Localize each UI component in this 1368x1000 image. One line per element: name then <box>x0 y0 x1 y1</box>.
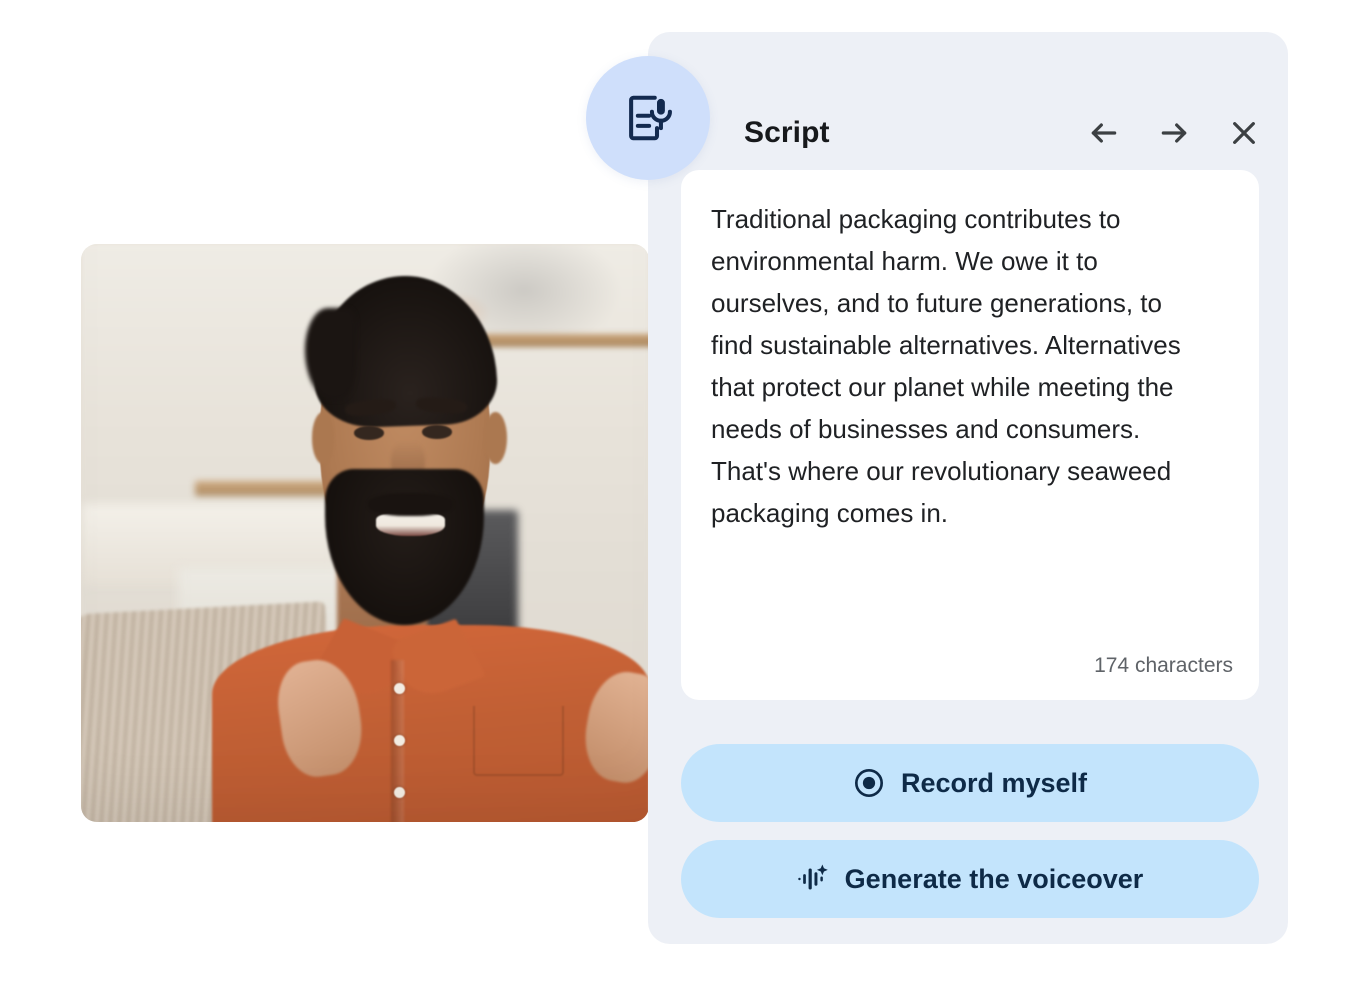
record-myself-button[interactable]: Record myself <box>681 744 1259 822</box>
app-canvas: Script Traditional packaging contributes… <box>0 0 1368 1000</box>
video-preview[interactable] <box>81 244 649 822</box>
record-myself-label: Record myself <box>900 767 1088 798</box>
close-button[interactable] <box>1226 116 1262 152</box>
arrow-left-icon <box>1088 117 1120 152</box>
script-panel: Script Traditional packaging contributes… <box>586 32 1288 944</box>
panel-actions: Record myself Generate the voiceover <box>681 744 1259 918</box>
page-title: Script <box>744 116 830 149</box>
character-count: 174 characters <box>1094 654 1233 677</box>
back-button[interactable] <box>1086 116 1122 152</box>
panel-header: Script <box>586 32 1288 180</box>
panel-nav-group <box>1086 116 1262 152</box>
document-microphone-icon <box>586 56 710 180</box>
arrow-right-icon <box>1158 117 1190 152</box>
record-circle-icon <box>853 767 885 799</box>
script-text[interactable]: Traditional packaging contributes to env… <box>711 198 1211 534</box>
generate-voiceover-button[interactable]: Generate the voiceover <box>681 840 1259 918</box>
script-card[interactable]: Traditional packaging contributes to env… <box>681 170 1259 700</box>
video-vignette <box>81 244 649 822</box>
close-icon <box>1228 117 1260 152</box>
generate-voiceover-label: Generate the voiceover <box>844 863 1144 894</box>
ai-waveform-sparkle-icon <box>797 863 829 895</box>
forward-button[interactable] <box>1156 116 1192 152</box>
